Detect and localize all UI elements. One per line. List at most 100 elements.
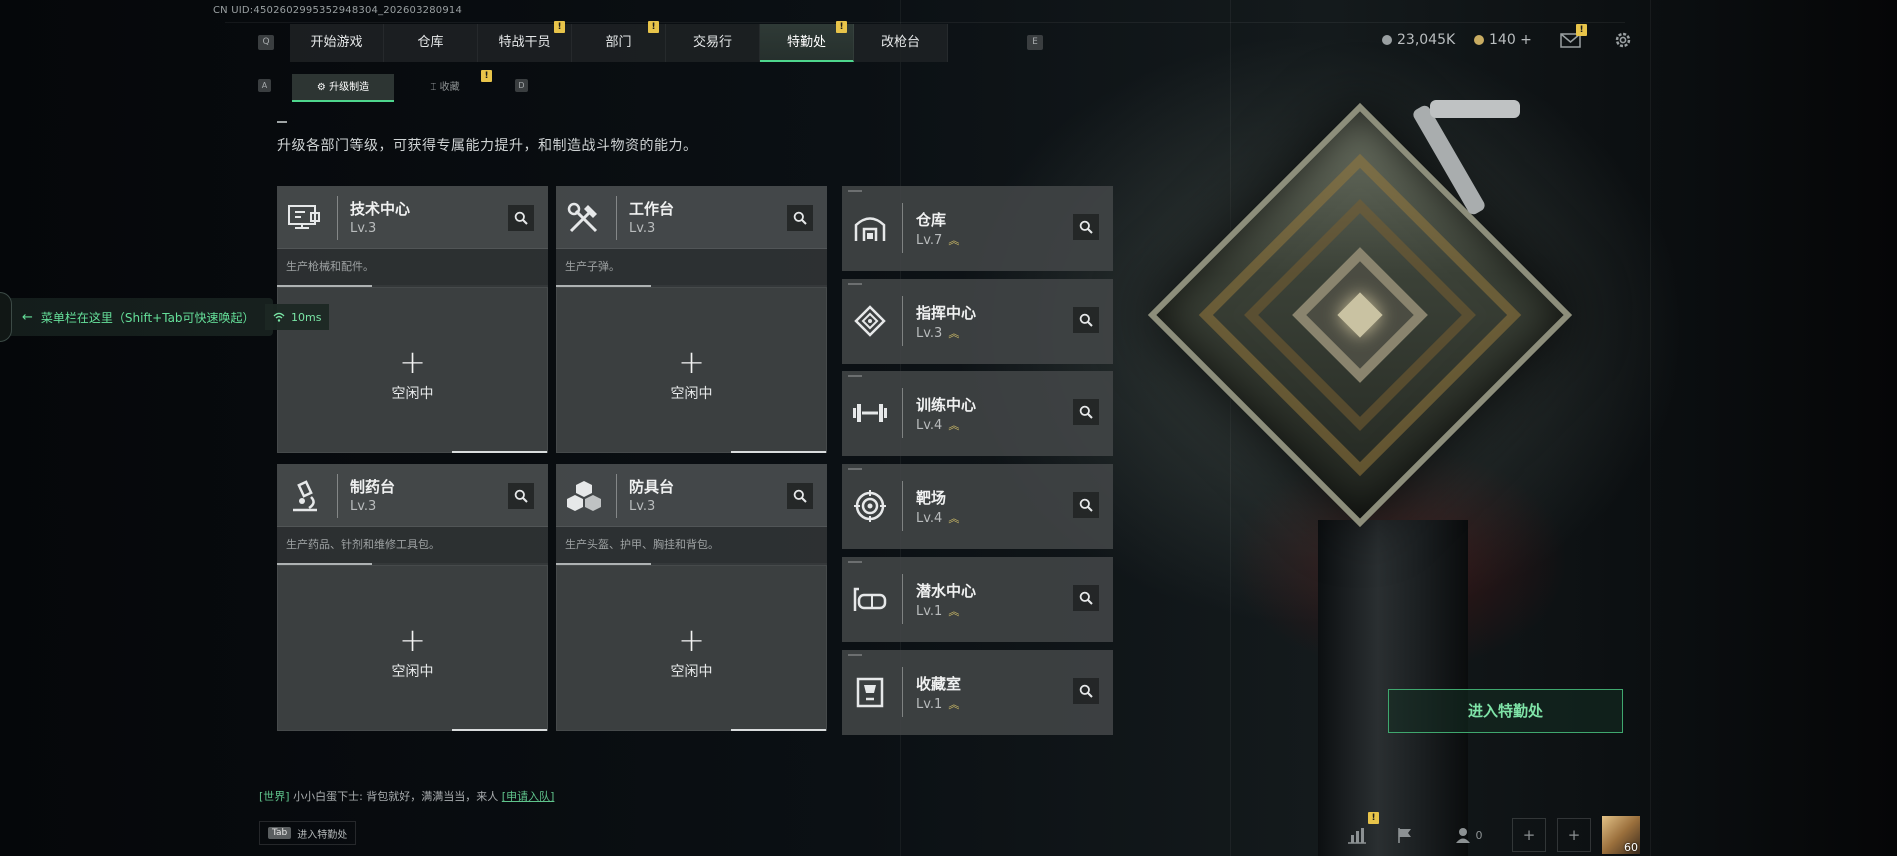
production-level: Lv.3 bbox=[629, 499, 656, 514]
target-icon bbox=[850, 486, 890, 526]
production-slot[interactable]: + 空闲中 bbox=[556, 287, 827, 453]
network-ping: 10ms bbox=[265, 304, 330, 330]
facility-name: 收藏室 bbox=[916, 674, 962, 693]
subtab-alert-badge: ! bbox=[481, 70, 492, 82]
tab-shortcut-hint[interactable]: Tab 进入特勤处 bbox=[259, 821, 357, 845]
facility-card[interactable]: 仓库 Lv.7 ︽ bbox=[842, 186, 1113, 271]
search-icon bbox=[514, 211, 528, 225]
menu-handle[interactable] bbox=[0, 292, 12, 342]
menu-hint[interactable]: ← 菜单栏在这里（Shift+Tab可快速唤起） bbox=[0, 292, 273, 342]
production-level: Lv.3 bbox=[350, 221, 377, 236]
player-avatar[interactable]: 60 bbox=[1602, 816, 1640, 854]
production-panel: 制药台 Lv.3 生产药品、针剂和维修工具包。 + 空闲中 bbox=[277, 464, 548, 731]
mail-button[interactable]: ! bbox=[1560, 24, 1587, 48]
subtab-1[interactable]: ⌶ 收藏! bbox=[394, 70, 496, 102]
facility-level: Lv.4 ︽ bbox=[916, 418, 960, 434]
tab-alert-badge: ! bbox=[554, 21, 565, 33]
facility-card[interactable]: 训练中心 Lv.4 ︽ bbox=[842, 371, 1113, 457]
slot-status: 空闲中 bbox=[391, 386, 434, 402]
prev-subtab-key[interactable]: A bbox=[258, 79, 271, 92]
production-panel: 防具台 Lv.3 生产头盔、护甲、胸挂和背包。 + 空闲中 bbox=[556, 464, 827, 731]
arrow-left-icon: ← bbox=[22, 309, 33, 325]
subtab-0[interactable]: ⚙ 升级制造 bbox=[292, 74, 394, 102]
search-icon bbox=[1079, 220, 1093, 234]
tab-3[interactable]: 部门! bbox=[572, 21, 666, 62]
plus-icon: + bbox=[399, 343, 426, 381]
collection-icon: ⌶ bbox=[430, 82, 440, 93]
inspect-button[interactable] bbox=[508, 205, 534, 231]
enter-special-ops-button[interactable]: 进入特勤处 bbox=[1388, 689, 1623, 733]
upgrade-arrow-icon: ︽ bbox=[948, 419, 960, 433]
production-name: 防具台 bbox=[629, 478, 675, 496]
dumbbell-icon bbox=[850, 393, 890, 433]
next-tab-key[interactable]: E bbox=[1027, 35, 1043, 50]
upgrade-arrow-icon: ︽ bbox=[948, 512, 960, 526]
production-header[interactable]: 技术中心 Lv.3 bbox=[277, 186, 548, 249]
currency-icon bbox=[1382, 35, 1392, 45]
coin-display[interactable]: 140 + bbox=[1474, 32, 1532, 48]
tab-2[interactable]: 特战干员! bbox=[478, 21, 572, 62]
tab-4[interactable]: 交易行 bbox=[666, 24, 760, 62]
facility-card[interactable]: 收藏室 Lv.1 ︽ bbox=[842, 649, 1113, 735]
add-slot-button-2[interactable]: + bbox=[1557, 818, 1591, 852]
search-icon bbox=[1079, 406, 1093, 420]
gear-icon bbox=[1615, 32, 1631, 48]
search-icon bbox=[793, 211, 807, 225]
production-description: 生产枪械和配件。 bbox=[277, 249, 548, 287]
add-slot-button-1[interactable]: + bbox=[1512, 818, 1546, 852]
prev-tab-key[interactable]: Q bbox=[258, 35, 274, 50]
facility-card[interactable]: 靶场 Lv.4 ︽ bbox=[842, 464, 1113, 550]
tab-6[interactable]: 改枪台 bbox=[854, 24, 948, 62]
production-header[interactable]: 防具台 Lv.3 bbox=[556, 464, 827, 527]
coin-icon bbox=[1474, 35, 1484, 45]
facility-level: Lv.7 ︽ bbox=[916, 233, 960, 248]
production-description: 生产头盔、护甲、胸挂和背包。 bbox=[556, 527, 827, 565]
production-name: 制药台 bbox=[350, 478, 396, 496]
production-header[interactable]: 工作台 Lv.3 bbox=[556, 186, 827, 249]
wifi-icon bbox=[273, 312, 285, 322]
facility-card[interactable]: 指挥中心 Lv.3 ︽ bbox=[842, 278, 1113, 364]
chat-line[interactable]: [世界] 小小白蛋下士: 背包就好，满满当当，来人 [申请入队] bbox=[259, 788, 554, 804]
facility-level: Lv.1 ︽ bbox=[916, 696, 960, 712]
inspect-button[interactable] bbox=[1073, 492, 1099, 519]
inspect-button[interactable] bbox=[1073, 399, 1099, 426]
apply-team-link[interactable]: [申请入队] bbox=[502, 790, 555, 803]
search-icon bbox=[1079, 313, 1093, 327]
search-icon bbox=[514, 489, 528, 503]
page-description: 升级各部门等级，可获得专属能力提升，和制造战斗物资的能力。 bbox=[277, 138, 698, 154]
slot-status: 空闲中 bbox=[670, 664, 713, 680]
stats-button[interactable]: ! bbox=[1340, 812, 1379, 852]
friends-icon bbox=[1455, 828, 1470, 843]
production-slot[interactable]: + 空闲中 bbox=[277, 565, 548, 731]
plus-icon: + bbox=[1522, 826, 1536, 844]
inspect-button[interactable] bbox=[787, 205, 813, 231]
tab-0[interactable]: 开始游戏 bbox=[290, 24, 384, 62]
inspect-button[interactable] bbox=[787, 483, 813, 509]
inspect-button[interactable] bbox=[1073, 214, 1099, 240]
settings-button[interactable] bbox=[1613, 30, 1633, 54]
production-header[interactable]: 制药台 Lv.3 bbox=[277, 464, 548, 527]
plus-icon: + bbox=[678, 343, 705, 381]
inspect-button[interactable] bbox=[1073, 584, 1099, 611]
bar-chart-icon bbox=[1348, 828, 1366, 844]
friends-button[interactable]: 0 bbox=[1446, 818, 1490, 852]
tab-alert-badge: ! bbox=[836, 21, 847, 33]
tab-1[interactable]: 仓库 bbox=[384, 24, 478, 62]
next-subtab-key[interactable]: D bbox=[515, 79, 528, 92]
flag-button[interactable] bbox=[1388, 818, 1422, 852]
production-name: 工作台 bbox=[629, 200, 675, 218]
plus-icon: + bbox=[1567, 826, 1581, 844]
inspect-button[interactable] bbox=[1073, 306, 1099, 333]
computer-icon bbox=[285, 198, 325, 238]
tab-5[interactable]: 特勤处! bbox=[760, 21, 854, 62]
inspect-button[interactable] bbox=[508, 483, 534, 509]
production-panel: 工作台 Lv.3 生产子弹。 + 空闲中 bbox=[556, 186, 827, 453]
slot-status: 空闲中 bbox=[670, 386, 713, 402]
plus-icon: + bbox=[399, 621, 426, 659]
inspect-button[interactable] bbox=[1073, 677, 1099, 704]
upgrade-arrow-icon: ︽ bbox=[948, 604, 960, 618]
production-slot[interactable]: + 空闲中 bbox=[556, 565, 827, 731]
currency-display[interactable]: 23,045K bbox=[1382, 32, 1455, 48]
search-icon bbox=[793, 489, 807, 503]
facility-card[interactable]: 潜水中心 Lv.1 ︽ bbox=[842, 556, 1113, 642]
